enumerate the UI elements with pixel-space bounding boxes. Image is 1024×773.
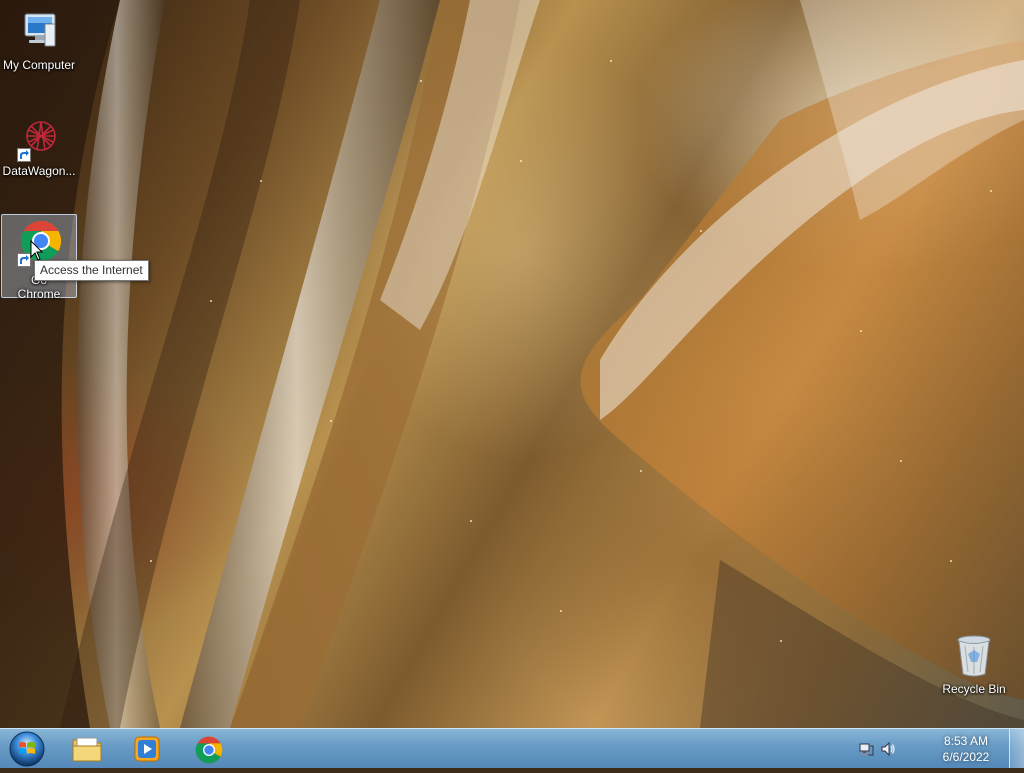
computer-icon [15,8,63,56]
clock-date: 6/6/2022 [942,750,990,764]
folder-icon [72,737,102,762]
taskbar-chrome-button[interactable] [180,731,238,767]
icon-label: DataWagon... [2,164,76,178]
desktop-wallpaper [0,0,1024,728]
tooltip: Access the Internet [34,260,149,281]
mouse-cursor-icon [30,239,44,267]
desktop-icon-datawagon[interactable]: DataWagon... [1,110,77,182]
media-player-icon [134,736,160,762]
icon-label-line2: Chrome [17,287,61,301]
network-icon[interactable] [858,741,874,762]
windows-start-icon [9,731,45,767]
clock-time: 8:53 AM [943,734,989,748]
datawagon-icon [15,114,63,162]
taskbar-media-player-button[interactable] [118,731,176,767]
volume-icon[interactable] [880,741,896,762]
recycle-bin-icon [950,632,998,680]
taskbar-explorer-button[interactable] [58,731,116,767]
shortcut-arrow-icon [17,148,31,162]
desktop-icon-my-computer[interactable]: My Computer [1,4,77,76]
taskbar: 8:53 AM 6/6/2022 [0,728,1024,768]
icon-label: Recycle Bin [942,682,1006,696]
chrome-icon [195,736,223,764]
start-button[interactable] [6,730,48,768]
shortcut-arrow-icon [17,253,31,267]
icon-label: My Computer [2,58,76,72]
wallpaper-art [0,0,1024,728]
clock[interactable]: 8:53 AM 6/6/2022 [926,733,1006,765]
system-tray: 8:53 AM 6/6/2022 [859,729,1024,769]
show-desktop-button[interactable] [1009,729,1024,768]
desktop-icon-recycle-bin[interactable]: Recycle Bin [936,628,1012,700]
